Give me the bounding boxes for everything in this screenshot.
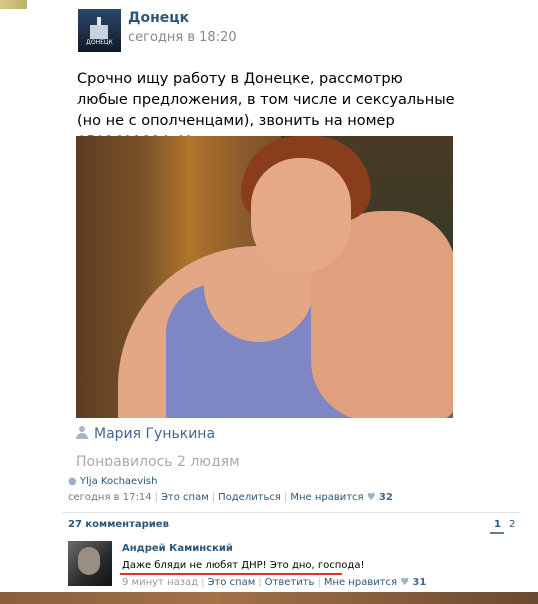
page-1-link[interactable]: 1 xyxy=(494,519,501,530)
comment-time[interactable]: 9 минут назад xyxy=(122,577,198,588)
heart-icon[interactable]: ♥ xyxy=(400,577,409,588)
like-count: 31 xyxy=(412,577,427,588)
like-link[interactable]: Мне нравится xyxy=(290,492,363,503)
highlight-underline xyxy=(120,573,342,575)
photo-face xyxy=(251,158,351,273)
group-name-link[interactable]: Донецк xyxy=(128,10,189,26)
repost-actions: сегодня в 17:14 | Это спам | Поделиться | Мне … xyxy=(68,492,393,503)
post-author[interactable]: Мария Гунькина xyxy=(76,425,215,442)
post-photo[interactable] xyxy=(76,136,453,418)
corner-thumbnail xyxy=(0,0,27,9)
separator: | xyxy=(317,577,321,588)
avatar-caption: ДОНЕЦК xyxy=(86,39,113,46)
like-count: 32 xyxy=(378,492,393,503)
current-page-indicator xyxy=(490,532,504,534)
like-link[interactable]: Мне нравится xyxy=(324,577,397,588)
taskbar-strip xyxy=(0,592,538,604)
spam-link[interactable]: Это спам xyxy=(161,492,209,503)
post-timestamp[interactable]: сегодня в 18:20 xyxy=(128,30,237,45)
repost-time[interactable]: сегодня в 17:14 xyxy=(68,492,152,503)
user-icon xyxy=(76,426,88,439)
comment-actions: 9 минут назад | Это спам | Ответить | Мне нрав… xyxy=(122,577,426,588)
avatar-face xyxy=(78,547,100,575)
separator: | xyxy=(201,577,205,588)
comment-author[interactable]: Андрей Каминский xyxy=(122,543,233,554)
likes-summary[interactable]: Понравилось 2 людям xyxy=(76,454,446,466)
heart-icon[interactable]: ♥ xyxy=(367,492,376,503)
page-2-link[interactable]: 2 xyxy=(509,519,515,530)
reply-link[interactable]: Ответить xyxy=(265,577,315,588)
separator: | xyxy=(211,492,216,503)
repost-author-name[interactable]: Ylja Kochaevish xyxy=(80,476,158,487)
building-shape xyxy=(90,25,108,39)
spam-link[interactable]: Это спам xyxy=(207,577,255,588)
post-card xyxy=(66,0,458,68)
group-avatar[interactable]: ДОНЕЦК xyxy=(78,9,121,52)
separator: | xyxy=(258,577,262,588)
repost-author[interactable]: ● Ylja Kochaevish xyxy=(68,476,157,487)
comment-text: Даже бляди не любят ДНР! Это дно, господ… xyxy=(122,560,365,571)
post-author-name[interactable]: Мария Гунькина xyxy=(94,426,215,442)
commenter-avatar[interactable] xyxy=(68,541,112,586)
share-link[interactable]: Поделиться xyxy=(218,492,281,503)
user-icon: ● xyxy=(68,476,77,487)
separator: | xyxy=(154,492,158,503)
comments-count[interactable]: 27 комментариев xyxy=(68,519,169,530)
separator: | xyxy=(283,492,288,503)
